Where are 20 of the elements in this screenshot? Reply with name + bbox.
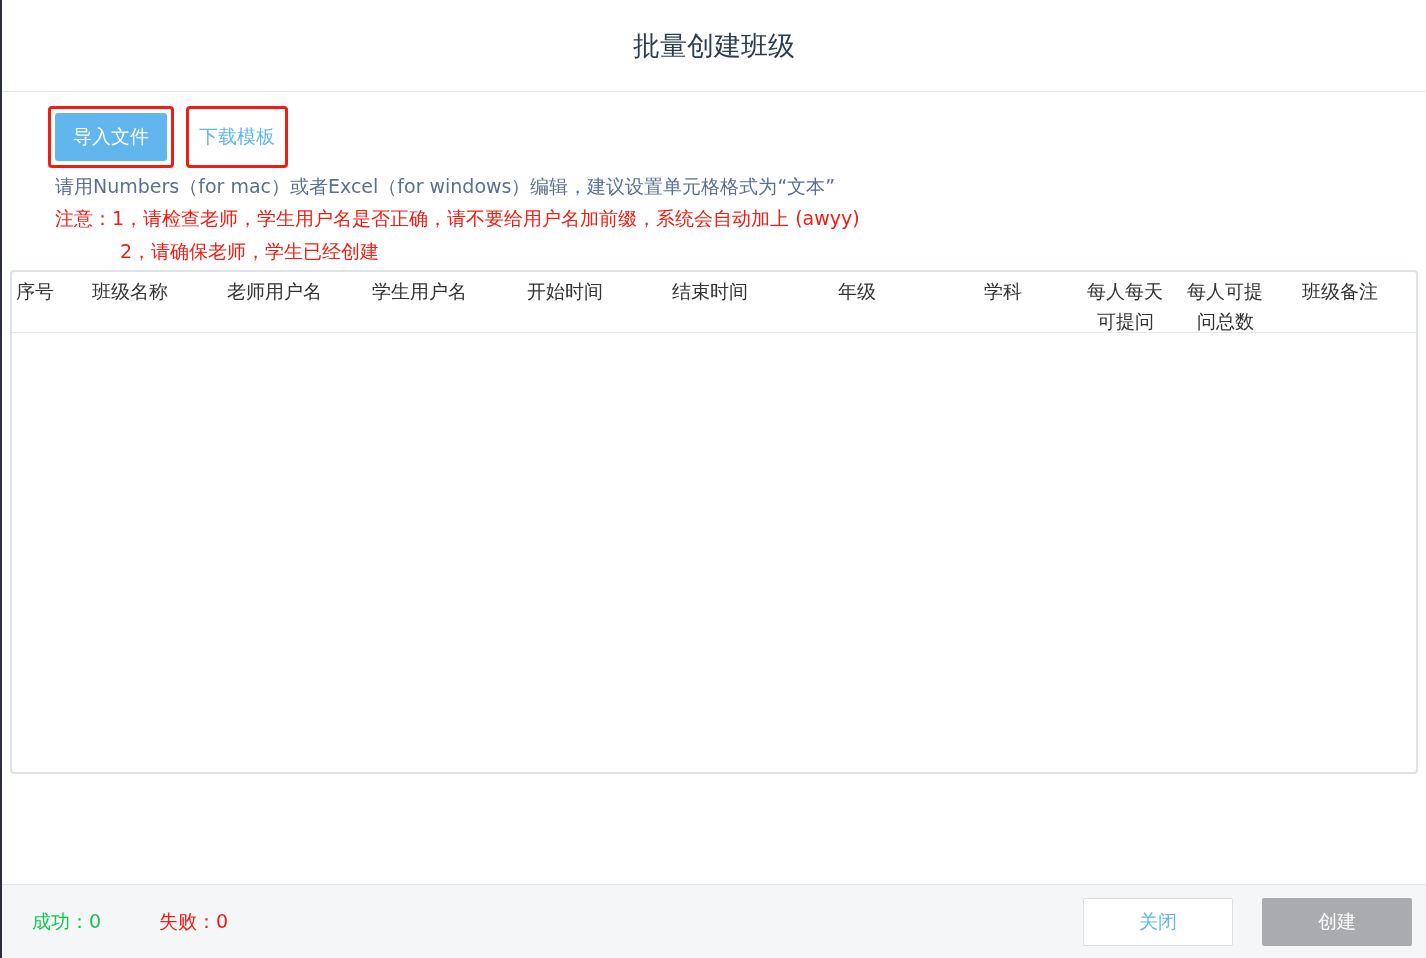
column-header: 每人可提问总数 xyxy=(1186,279,1264,334)
column-header: 学科 xyxy=(984,279,1023,304)
column-header: 开始时间 xyxy=(527,279,604,304)
column-header: 学生用户名 xyxy=(372,279,468,304)
column-header: 班级名称 xyxy=(92,279,169,304)
import-file-button[interactable]: 导入文件 xyxy=(55,113,167,161)
download-template-link[interactable]: 下载模板 xyxy=(193,113,281,161)
note-text: 2，请确保老师，学生已经创建 xyxy=(120,239,381,264)
column-header: 年级 xyxy=(838,279,877,304)
column-header: 班级备注 xyxy=(1301,279,1379,304)
dialog-title: 批量创建班级 xyxy=(633,28,795,63)
failure-count: 失败：0 xyxy=(159,908,229,934)
close-button[interactable]: 关闭 xyxy=(1083,897,1233,946)
note-text: 注意：1，请检查老师，学生用户名是否正确，请不要给用户名加前缀，系统会自动加上 (awyy) xyxy=(55,206,861,231)
column-header: 每人每天可提问 xyxy=(1086,279,1164,334)
column-header: 结束时间 xyxy=(672,279,749,304)
success-count: 成功：0 xyxy=(32,908,102,934)
hint-text: 请用Numbers（for mac）或者Excel（for windows）编辑，建议设置单元格格式为“文本” xyxy=(55,174,837,199)
column-header: 老师用户名 xyxy=(227,279,323,304)
column-header: 序号 xyxy=(16,279,55,304)
